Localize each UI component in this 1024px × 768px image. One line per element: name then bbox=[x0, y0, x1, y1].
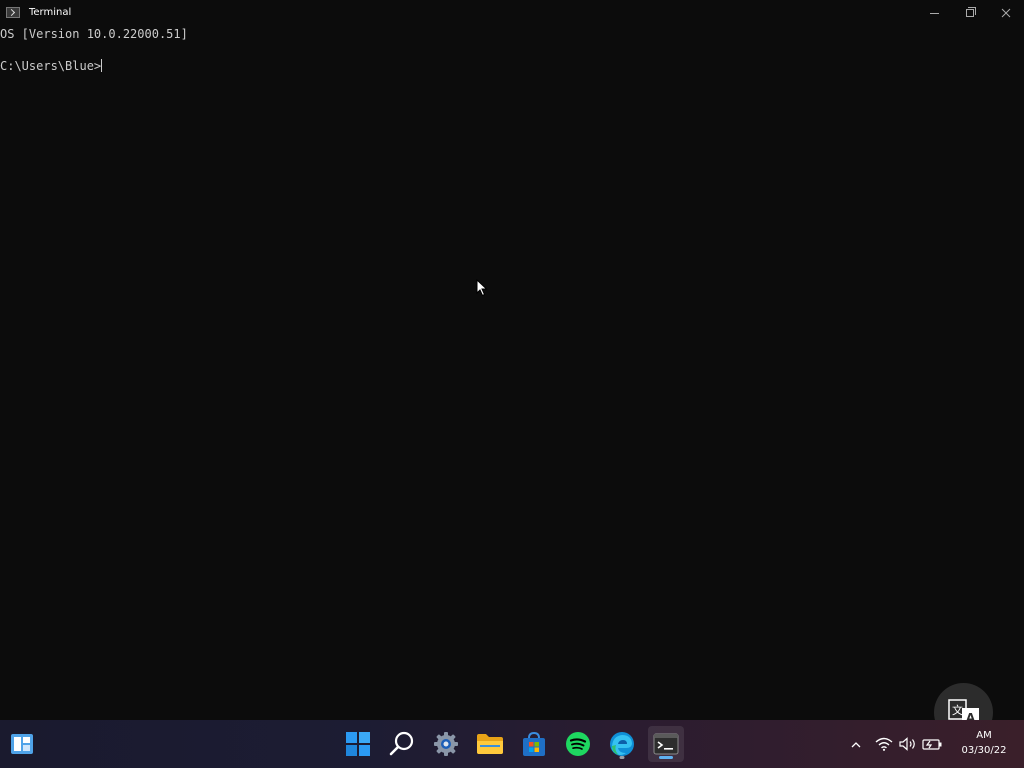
search-button[interactable] bbox=[384, 726, 420, 762]
file-explorer-button[interactable] bbox=[472, 726, 508, 762]
edge-icon bbox=[610, 732, 634, 756]
terminal-app-icon bbox=[6, 7, 20, 18]
restore-icon bbox=[966, 7, 976, 17]
gear-icon bbox=[434, 732, 458, 756]
widgets-button[interactable] bbox=[4, 726, 40, 762]
close-button[interactable] bbox=[988, 0, 1024, 26]
battery-icon bbox=[922, 739, 942, 750]
store-icon bbox=[523, 731, 545, 756]
terminal-output-area[interactable]: OS [Version 10.0.22000.51] C:\Users\Blue… bbox=[0, 26, 1024, 720]
settings-button[interactable] bbox=[428, 726, 464, 762]
mouse-pointer-icon bbox=[476, 279, 488, 297]
start-button[interactable] bbox=[340, 726, 376, 762]
volume-button[interactable] bbox=[896, 720, 920, 768]
clock-date: 03/30/22 bbox=[961, 745, 1007, 756]
terminal-prompt: C:\Users\Blue> bbox=[0, 59, 102, 73]
terminal-taskbar-button[interactable] bbox=[648, 726, 684, 762]
spotify-icon bbox=[566, 732, 590, 756]
window-title: Terminal bbox=[29, 7, 72, 18]
taskbar: AM 03/30/22 bbox=[0, 720, 1024, 768]
title-bar: Terminal bbox=[0, 0, 1024, 26]
edge-button[interactable] bbox=[604, 726, 640, 762]
terminal-icon bbox=[653, 733, 679, 755]
wifi-icon bbox=[875, 737, 893, 751]
active-app-indicator bbox=[659, 756, 673, 759]
widgets-icon bbox=[11, 734, 33, 754]
chevron-up-icon bbox=[851, 741, 861, 747]
close-icon bbox=[1001, 8, 1011, 18]
terminal-prompt-line[interactable]: C:\Users\Blue> bbox=[0, 59, 103, 73]
battery-button[interactable] bbox=[920, 720, 944, 768]
terminal-line: OS [Version 10.0.22000.51] bbox=[0, 27, 188, 41]
svg-text:文: 文 bbox=[952, 703, 963, 717]
spotify-button[interactable] bbox=[560, 726, 596, 762]
folder-icon bbox=[477, 734, 503, 754]
clock[interactable]: AM 03/30/22 bbox=[953, 728, 1015, 758]
network-button[interactable] bbox=[872, 720, 896, 768]
restore-button[interactable] bbox=[952, 0, 988, 26]
minimize-button[interactable] bbox=[916, 0, 952, 26]
store-button[interactable] bbox=[516, 726, 552, 762]
search-icon bbox=[389, 731, 414, 756]
windows-start-icon bbox=[346, 732, 370, 756]
minimize-icon bbox=[929, 12, 939, 14]
show-hidden-icons-button[interactable] bbox=[846, 720, 866, 768]
running-indicator bbox=[619, 756, 625, 759]
clock-time: AM bbox=[976, 730, 992, 741]
text-cursor bbox=[101, 59, 103, 72]
volume-icon bbox=[899, 737, 915, 751]
